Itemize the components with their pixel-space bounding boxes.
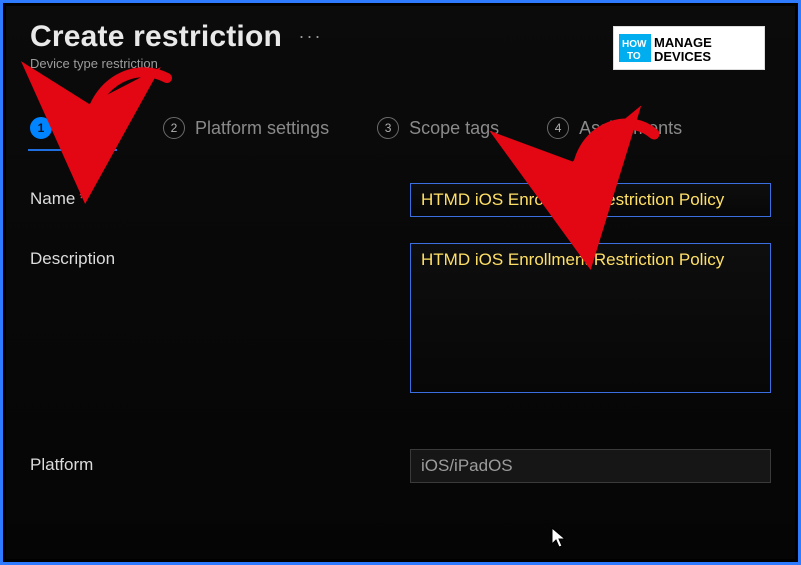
tab-number: 2 <box>163 117 185 139</box>
description-input[interactable] <box>410 243 771 393</box>
wizard-tabs: 1 Basics 2 Platform settings 3 Scope tag… <box>30 117 771 147</box>
svg-text:MANAGE: MANAGE <box>654 35 712 50</box>
tab-label: Platform settings <box>195 118 329 139</box>
svg-text:DEVICES: DEVICES <box>654 49 711 64</box>
tab-label: Basics <box>62 118 115 139</box>
name-label: Name* <box>30 183 410 209</box>
tab-number: 1 <box>30 117 52 139</box>
svg-text:TO: TO <box>627 51 641 62</box>
tab-label: Assignments <box>579 118 682 139</box>
watermark-logo: HOW TO MANAGE DEVICES <box>613 26 765 70</box>
name-input[interactable] <box>410 183 771 217</box>
required-asterisk: * <box>79 189 86 208</box>
tab-platform-settings[interactable]: 2 Platform settings <box>163 117 329 147</box>
tab-basics[interactable]: 1 Basics <box>30 117 115 147</box>
description-label: Description <box>30 243 410 269</box>
page-title: Create restriction <box>30 20 282 53</box>
tab-number: 3 <box>377 117 399 139</box>
platform-label: Platform <box>30 449 410 475</box>
cursor-icon <box>551 527 569 549</box>
more-icon[interactable]: ··· <box>298 26 322 46</box>
tab-number: 4 <box>547 117 569 139</box>
tab-scope-tags[interactable]: 3 Scope tags <box>377 117 499 147</box>
platform-input <box>410 449 771 483</box>
tab-assignments[interactable]: 4 Assignments <box>547 117 682 147</box>
form: Name* Description Platform <box>30 183 771 483</box>
tab-label: Scope tags <box>409 118 499 139</box>
svg-text:HOW: HOW <box>622 39 647 50</box>
